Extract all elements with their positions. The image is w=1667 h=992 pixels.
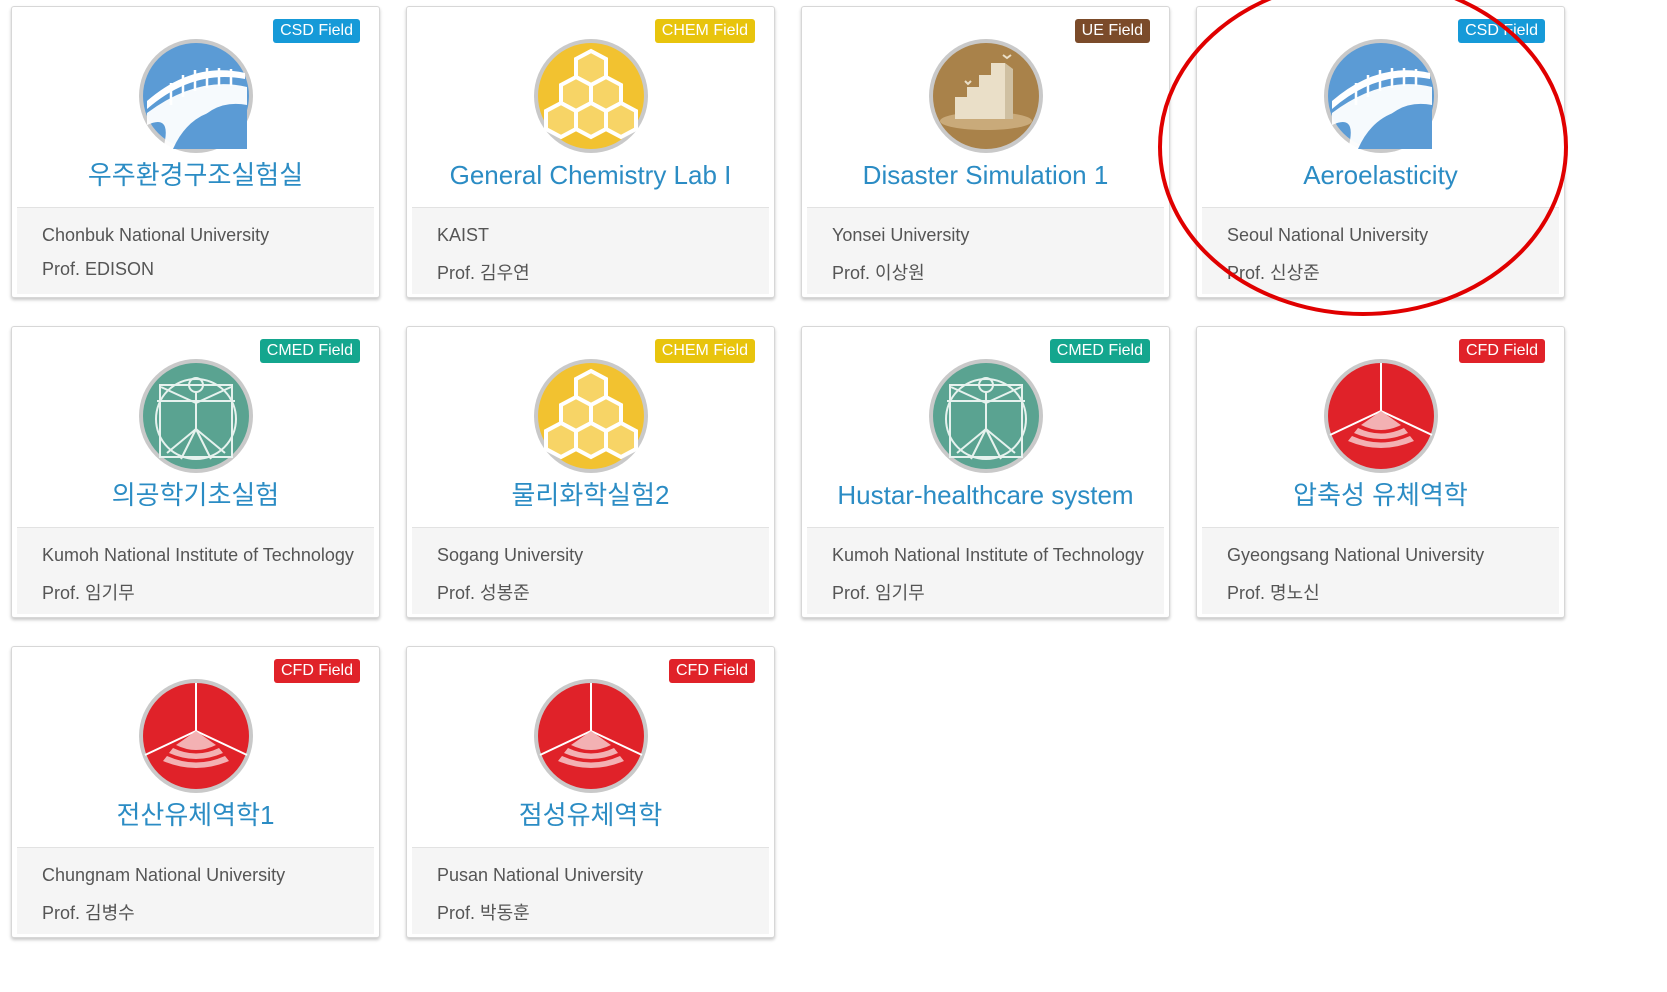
university-name: KAIST: [437, 225, 490, 245]
course-card-footer: Sogang University Prof. 성봉준: [412, 527, 769, 614]
course-card[interactable]: CFD Field 전산유체역학1 Chungnam National Univer…: [11, 646, 380, 938]
hexagon-icon: [534, 39, 648, 153]
course-title[interactable]: 전산유체역학1: [12, 799, 379, 831]
professor-name: Prof. 박동훈: [437, 903, 530, 923]
hexagon-icon: [534, 359, 648, 473]
course-card[interactable]: CHEM Field General Chemistry Lab I KAIST Pr…: [406, 6, 775, 298]
vitruvian-icon: [139, 359, 253, 473]
professor-name: Prof. 명노신: [1227, 583, 1320, 603]
course-card[interactable]: CSD Field 우주환경구조실험실 Chonbuk National Unive…: [11, 6, 380, 298]
field-badge: UE Field: [1074, 19, 1150, 43]
course-title[interactable]: 우주환경구조실험실: [12, 159, 379, 191]
course-card[interactable]: CHEM Field 물리화학실험2 Sogang University Prof. …: [406, 326, 775, 618]
course-card[interactable]: UE Field Disaster Simulation 1 Yonsei Univ…: [801, 6, 1170, 298]
field-badge: CFD Field: [273, 659, 360, 683]
professor-name: Prof. 임기무: [832, 583, 925, 603]
course-card-footer: Chungnam National University Prof. 김병수: [17, 847, 374, 934]
professor-name: Prof. 성봉준: [437, 583, 530, 603]
field-badge: CHEM Field: [654, 19, 755, 43]
field-badge: CFD Field: [668, 659, 755, 683]
course-card-footer: Chonbuk National University Prof. EDISON: [17, 207, 374, 294]
field-badge: CMED Field: [1049, 339, 1150, 363]
university-name: Seoul National University: [1227, 225, 1429, 245]
university-name: Sogang University: [437, 545, 584, 565]
course-card-footer: Kumoh National Institute of Technology Pr…: [807, 527, 1164, 614]
field-badge: CHEM Field: [654, 339, 755, 363]
course-title[interactable]: 물리화학실험2: [407, 479, 774, 511]
course-card-footer: Gyeongsang National University Prof. 명노신: [1202, 527, 1559, 614]
field-badge: CSD Field: [273, 19, 360, 43]
course-card[interactable]: CFD Field 점성유체역학 Pusan National University…: [406, 646, 775, 938]
course-title[interactable]: 압축성 유체역학: [1197, 479, 1564, 511]
city-icon: [929, 39, 1043, 153]
course-card-footer: KAIST Prof. 김우연: [412, 207, 769, 294]
professor-name: Prof. 김병수: [42, 903, 135, 923]
course-title[interactable]: Hustar-healthcare system: [802, 479, 1169, 511]
university-name: Chungnam National University: [42, 865, 286, 885]
professor-name: Prof. 이상원: [832, 263, 925, 283]
wave-icon: [139, 679, 253, 793]
course-title[interactable]: 의공학기초실험: [12, 479, 379, 511]
wave-icon: [1324, 359, 1438, 473]
professor-name: Prof. 김우연: [437, 263, 530, 283]
professor-name: Prof. 신상준: [1227, 263, 1320, 283]
course-title[interactable]: 점성유체역학: [407, 799, 774, 831]
vitruvian-icon: [929, 359, 1043, 473]
university-name: Gyeongsang National University: [1227, 545, 1485, 565]
course-card[interactable]: CMED Field Hustar-healthcare system Kumoh …: [801, 326, 1170, 618]
field-badge: CFD Field: [1458, 339, 1545, 363]
field-badge: CSD Field: [1458, 19, 1545, 43]
course-card[interactable]: CFD Field 압축성 유체역학 Gyeongsang National Uni…: [1196, 326, 1565, 618]
wave-icon: [534, 679, 648, 793]
university-name: Chonbuk National University: [42, 225, 270, 245]
course-card[interactable]: CMED Field 의공학기초실험 Kumoh National Institut…: [11, 326, 380, 618]
course-card-footer: Yonsei University Prof. 이상원: [807, 207, 1164, 294]
course-title[interactable]: Aeroelasticity: [1197, 159, 1564, 191]
professor-name: Prof. EDISON: [42, 259, 155, 279]
university-name: Kumoh National Institute of Technology: [42, 545, 354, 565]
course-card-footer: Seoul National University Prof. 신상준: [1202, 207, 1559, 294]
bridge-icon: [1324, 39, 1438, 153]
field-badge: CMED Field: [259, 339, 360, 363]
bridge-icon: [139, 39, 253, 153]
course-card[interactable]: CSD Field Aeroelasticity Seoul National Un…: [1196, 6, 1565, 298]
course-title[interactable]: Disaster Simulation 1: [802, 159, 1169, 191]
course-card-grid: CSD Field 우주환경구조실험실 Chonbuk National Unive…: [0, 0, 1667, 992]
university-name: Pusan National University: [437, 865, 644, 885]
university-name: Kumoh National Institute of Technology: [832, 545, 1144, 565]
professor-name: Prof. 임기무: [42, 583, 135, 603]
university-name: Yonsei University: [832, 225, 970, 245]
course-title[interactable]: General Chemistry Lab I: [407, 159, 774, 191]
course-card-footer: Pusan National University Prof. 박동훈: [412, 847, 769, 934]
course-card-footer: Kumoh National Institute of Technology Pr…: [17, 527, 374, 614]
